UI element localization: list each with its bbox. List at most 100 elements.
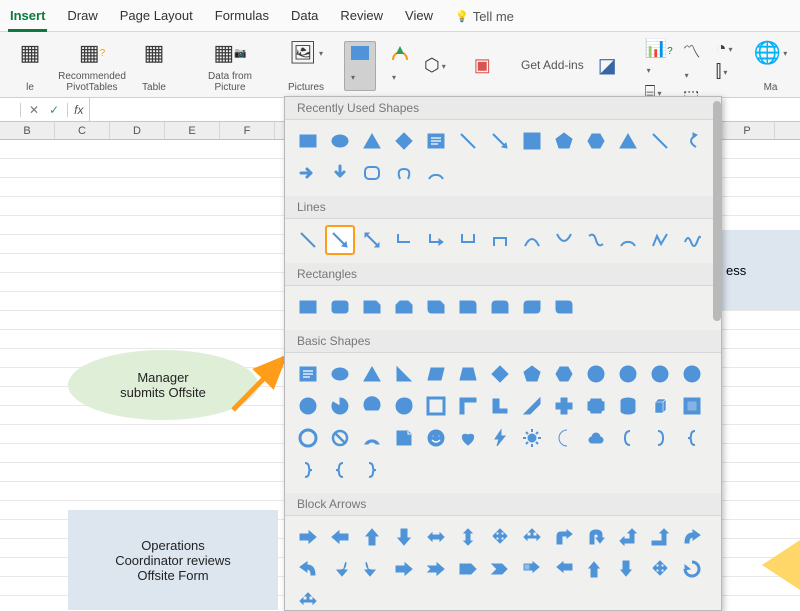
tab-data[interactable]: Data <box>289 4 320 31</box>
tab-formulas[interactable]: Formulas <box>213 4 271 31</box>
shape-round2[interactable] <box>485 292 515 322</box>
shape-diamond[interactable] <box>485 359 515 389</box>
shape-decagon[interactable]: 10 <box>645 359 675 389</box>
shape-callout-u[interactable] <box>581 554 611 584</box>
cancel-icon[interactable]: ✕ <box>29 103 39 117</box>
shape-oval[interactable] <box>325 359 355 389</box>
shape-callout-d[interactable] <box>613 554 643 584</box>
shape-freeform[interactable] <box>645 225 675 255</box>
icons-button[interactable] <box>390 44 410 88</box>
shape-block-arc[interactable] <box>357 423 387 453</box>
shape-callout-l[interactable] <box>549 554 579 584</box>
shape-rect-ess[interactable]: ess <box>720 230 800 310</box>
shape-callout-r[interactable] <box>517 554 547 584</box>
shape-rect-round[interactable] <box>357 158 387 188</box>
shape-cube[interactable] <box>645 391 675 421</box>
shape-text[interactable] <box>293 359 323 389</box>
shape-line[interactable] <box>293 225 323 255</box>
shape-triangle2[interactable] <box>613 126 643 156</box>
shape-L-shape[interactable] <box>485 391 515 421</box>
pictures-button[interactable]: 🖼 Pictures <box>282 38 330 93</box>
shape-brace-r[interactable] <box>293 455 323 485</box>
visio-button[interactable]: ◪ <box>598 38 617 93</box>
shape-arrow-right[interactable] <box>293 158 323 188</box>
shape-loop[interactable] <box>389 158 419 188</box>
get-addins[interactable]: ▣ Get Add-ins <box>474 38 584 93</box>
tab-draw[interactable]: Draw <box>65 4 99 31</box>
shape-curve-d[interactable] <box>357 554 387 584</box>
col-e[interactable]: E <box>165 122 220 139</box>
shape-quad-callout[interactable] <box>645 554 675 584</box>
shape-smiley[interactable] <box>421 423 451 453</box>
shape-curved2[interactable] <box>549 225 579 255</box>
shape-bevel[interactable] <box>677 391 707 421</box>
chart-pie-icon[interactable]: ◔ <box>716 38 733 59</box>
shape-rect[interactable] <box>293 126 323 156</box>
shape-arrow-down[interactable] <box>325 158 355 188</box>
shape-rect-operations[interactable]: Operations Coordinator reviews Offsite F… <box>68 510 278 610</box>
shape-hexagon[interactable] <box>549 359 579 389</box>
shape-snip-round[interactable] <box>421 292 451 322</box>
shape-donut[interactable] <box>293 423 323 453</box>
shape-line[interactable] <box>453 126 483 156</box>
table-button[interactable]: ▦ Table <box>130 38 178 93</box>
col-b[interactable]: B <box>0 122 55 139</box>
shape-pie[interactable] <box>325 391 355 421</box>
shape-circular[interactable] <box>677 554 707 584</box>
shape-plaque[interactable] <box>581 391 611 421</box>
data-from-picture[interactable]: ▦📷 Data from Picture <box>206 38 254 93</box>
shape-dodecagon[interactable]: 12 <box>677 359 707 389</box>
shape-parallelogram[interactable] <box>421 359 451 389</box>
shape-text[interactable] <box>421 126 451 156</box>
shape-n12[interactable]: 12 <box>293 391 323 421</box>
shape-triangle[interactable] <box>357 126 387 156</box>
shape-round-rect[interactable] <box>325 292 355 322</box>
shape-folded[interactable] <box>389 423 419 453</box>
shape-triangle[interactable] <box>357 359 387 389</box>
col-c[interactable]: C <box>55 122 110 139</box>
chart-line-icon[interactable]: 〽 <box>683 38 706 85</box>
shape-bracket-r[interactable] <box>645 423 675 453</box>
shape-bracket-l[interactable] <box>613 423 643 453</box>
shape-u-turn[interactable] <box>581 522 611 552</box>
3d-models-button[interactable]: ⬡ <box>424 55 446 76</box>
shape-arc[interactable] <box>421 158 451 188</box>
shapes-scrollbar[interactable] <box>713 97 721 610</box>
col-d[interactable]: D <box>110 122 165 139</box>
shape-sun[interactable] <box>517 423 547 453</box>
shape-down[interactable] <box>389 522 419 552</box>
shape-round-diag2[interactable] <box>549 292 579 322</box>
shape-curve-left[interactable] <box>677 126 707 156</box>
shape-chord[interactable] <box>357 391 387 421</box>
shape-up[interactable] <box>357 522 387 552</box>
recommended-pivottables[interactable]: ▦? Recommended PivotTables <box>68 38 116 93</box>
col-p[interactable]: P <box>720 122 775 139</box>
shape-line-arrow[interactable] <box>325 225 355 255</box>
shape-elbow[interactable] <box>389 225 419 255</box>
shape-round1[interactable] <box>453 292 483 322</box>
shape-brace-r2[interactable] <box>357 455 387 485</box>
shape-left-right[interactable] <box>421 522 451 552</box>
shape-up-down[interactable] <box>453 522 483 552</box>
shape-rect[interactable] <box>293 292 323 322</box>
tell-me[interactable]: 💡Tell me <box>453 4 516 31</box>
shape-half-frame[interactable] <box>453 391 483 421</box>
shape-snip1[interactable] <box>357 292 387 322</box>
shape-rect-fill[interactable] <box>517 126 547 156</box>
shape-heart[interactable] <box>453 423 483 453</box>
tab-review[interactable]: Review <box>338 4 385 31</box>
shape-pentagon[interactable] <box>517 359 547 389</box>
shape-octagon[interactable]: 8 <box>613 359 643 389</box>
accept-icon[interactable]: ✓ <box>49 103 59 117</box>
shape-curved[interactable] <box>517 225 547 255</box>
shape-diamond[interactable] <box>389 126 419 156</box>
shape-curve-r[interactable] <box>677 522 707 552</box>
shape-oval[interactable] <box>325 126 355 156</box>
shape-bent-up[interactable] <box>645 522 675 552</box>
shape-line2[interactable] <box>645 126 675 156</box>
shape-triangle-yellow[interactable] <box>762 540 800 590</box>
shape-right[interactable] <box>293 522 323 552</box>
shape-brace-l[interactable] <box>677 423 707 453</box>
shape-moon[interactable] <box>549 423 579 453</box>
shape-snip2[interactable] <box>389 292 419 322</box>
